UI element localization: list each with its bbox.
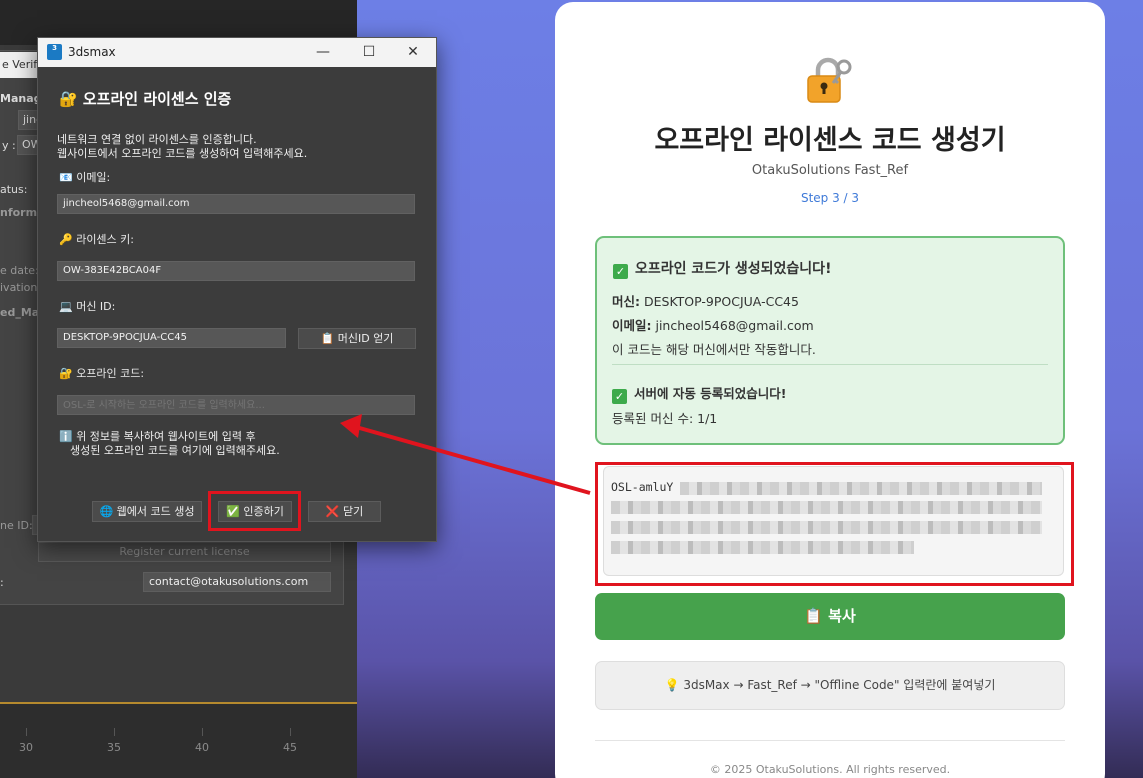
- offline-code-label: 🔐 오프라인 코드:: [59, 367, 145, 380]
- license-key-field[interactable]: OW-383E42BCA04F: [57, 261, 415, 281]
- 3dsmax-app-icon: 3: [47, 44, 62, 60]
- timeline-tick-label: 45: [283, 741, 297, 754]
- machine-info: 머신: DESKTOP-9POCJUA-CC45: [612, 294, 799, 309]
- code-highlight-box: [595, 462, 1074, 586]
- server-registered-heading: ✓ 서버에 자동 등록되었습니다!: [612, 383, 786, 404]
- timeline-tick: [26, 728, 27, 736]
- page-subtitle: OtakuSolutions Fast_Ref: [751, 163, 909, 178]
- contact-email-field: contact@otakusolutions.com: [143, 572, 331, 592]
- web-generate-button[interactable]: 🌐 웹에서 코드 생성: [92, 501, 202, 522]
- email-info: 이메일: jincheol5468@gmail.com: [612, 318, 814, 333]
- timeline-tick: [290, 728, 291, 736]
- dialog-titlebar[interactable]: 3 3dsmax — ☐ ✕: [38, 38, 436, 67]
- contact-label: :: [0, 576, 4, 589]
- machine-note: 이 코드는 해당 머신에서만 작동합니다.: [612, 342, 816, 357]
- status-label: atus:: [0, 183, 28, 196]
- timeline[interactable]: [0, 704, 357, 778]
- lock-key-icon: [807, 57, 852, 103]
- license-key-label: 🔑 라이센스 키:: [59, 233, 134, 246]
- issue-date-label: e date:: [0, 264, 39, 277]
- machine-id-label: 💻 머신 ID:: [59, 300, 116, 313]
- register-license-button[interactable]: Register current license: [38, 542, 331, 562]
- offline-license-dialog: 3 3dsmax — ☐ ✕: [37, 37, 437, 542]
- close-button[interactable]: ❌ 닫기: [308, 501, 381, 522]
- key-field[interactable]: OW: [17, 135, 39, 155]
- get-machine-id-button[interactable]: 📋 머신ID 얻기: [298, 328, 416, 349]
- copy-button[interactable]: 📋 복사: [595, 593, 1065, 640]
- info-text: 생성된 오프라인 코드를 여기에 입력해주세요.: [70, 444, 280, 457]
- success-divider: [612, 364, 1048, 365]
- minimize-icon[interactable]: —: [300, 38, 346, 67]
- email-field[interactable]: jincheol5468@gmail.com: [57, 194, 415, 214]
- window-title: 3dsmax: [68, 45, 116, 59]
- timeline-tick-label: 40: [195, 741, 209, 754]
- machine-id-label: ne ID:: [0, 519, 33, 532]
- paste-hint: 💡 3dsMax → Fast_Ref → "Offline Code" 입력란…: [595, 661, 1065, 710]
- timeline-tick: [114, 728, 115, 736]
- timeline-tick-label: 35: [107, 741, 121, 754]
- footer-divider: [595, 740, 1065, 741]
- page-title: 오프라인 라이센스 코드 생성기: [654, 125, 1006, 156]
- registered-count: 등록된 머신 수: 1/1: [612, 411, 718, 426]
- footer: © 2025 OtakuSolutions. All rights reserv…: [709, 763, 951, 776]
- key-label: y :: [2, 139, 16, 152]
- close-icon[interactable]: ✕: [390, 38, 436, 67]
- dialog-heading: 🔐 오프라인 라이센스 인증: [59, 90, 232, 108]
- check-icon: ✓: [612, 389, 627, 404]
- dialog-description: 웹사이트에서 오프라인 코드를 생성하여 입력해주세요.: [57, 147, 308, 160]
- verification-tab[interactable]: e Verifi: [0, 52, 38, 78]
- timeline-tick-label: 30: [19, 741, 33, 754]
- offline-code-input[interactable]: [57, 395, 415, 415]
- timeline-tick: [202, 728, 203, 736]
- maximize-icon[interactable]: ☐: [346, 38, 392, 67]
- step-indicator: Step 3 / 3: [800, 191, 860, 205]
- machine-id-field[interactable]: DESKTOP-9POCJUA-CC45: [57, 328, 286, 348]
- check-icon: ✓: [613, 264, 628, 279]
- manager-label: Manag: [0, 92, 42, 105]
- success-heading: ✓ 오프라인 코드가 생성되었습니다!: [613, 258, 831, 279]
- verify-highlight-box: [208, 491, 301, 531]
- email-label: 📧 이메일:: [59, 171, 111, 184]
